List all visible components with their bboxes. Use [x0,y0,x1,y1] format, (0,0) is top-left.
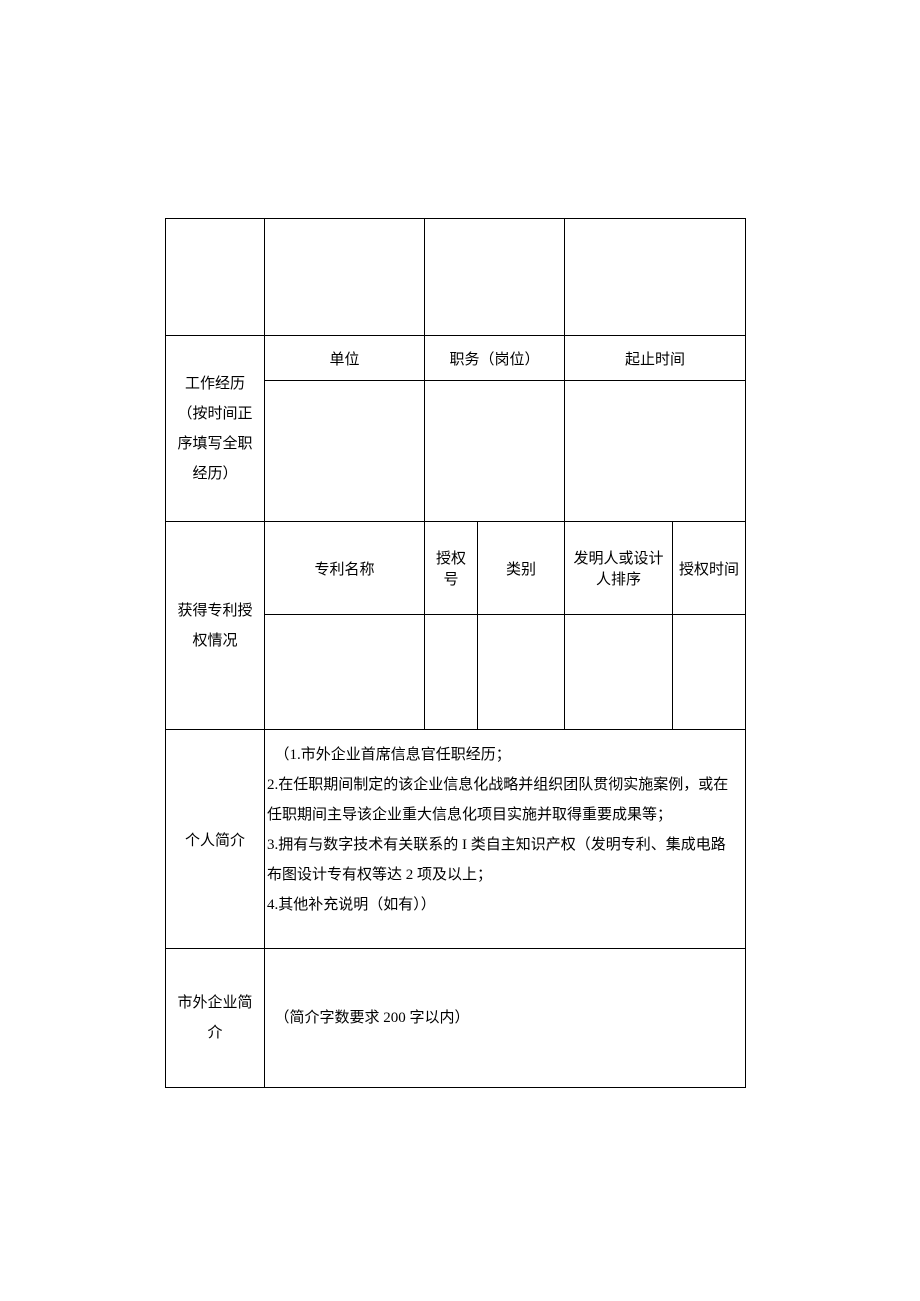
patent-authtime-header: 授权时间 [673,522,746,615]
prev-cell-3 [565,219,746,336]
prev-cell-2 [425,219,565,336]
work-unit-header: 单位 [265,336,425,381]
work-position-header: 职务（岗位） [425,336,565,381]
personal-profile-label: 个人简介 [166,730,265,949]
prev-label-cell [166,219,265,336]
patent-authtime-cell[interactable] [673,615,746,730]
prev-cell-1 [265,219,425,336]
external-company-content[interactable]: （简介字数要求 200 字以内） [265,949,746,1088]
work-unit-cell[interactable] [265,381,425,522]
patent-name-cell[interactable] [265,615,425,730]
patent-inventor-cell[interactable] [565,615,673,730]
form-table: 工作经历 （按时间正 序填写全职 经历） 单位 职务（岗位） 起止时间 获得专利… [165,218,746,1088]
patent-authno-header: 授权 号 [425,522,478,615]
patent-category-cell[interactable] [478,615,565,730]
work-history-label: 工作经历 （按时间正 序填写全职 经历） [166,336,265,522]
external-company-label: 市外企业简 介 [166,949,265,1088]
patent-inventor-header: 发明人或设计 人排序 [565,522,673,615]
work-time-header: 起止时间 [565,336,746,381]
personal-profile-content[interactable]: （1.市外企业首席信息官任职经历； 2.在任职期间制定的该企业信息化战略并组织团… [265,730,746,949]
patent-category-header: 类别 [478,522,565,615]
patent-status-label: 获得专利授 权情况 [166,522,265,730]
patent-name-header: 专利名称 [265,522,425,615]
work-time-cell[interactable] [565,381,746,522]
work-position-cell[interactable] [425,381,565,522]
patent-authno-cell[interactable] [425,615,478,730]
